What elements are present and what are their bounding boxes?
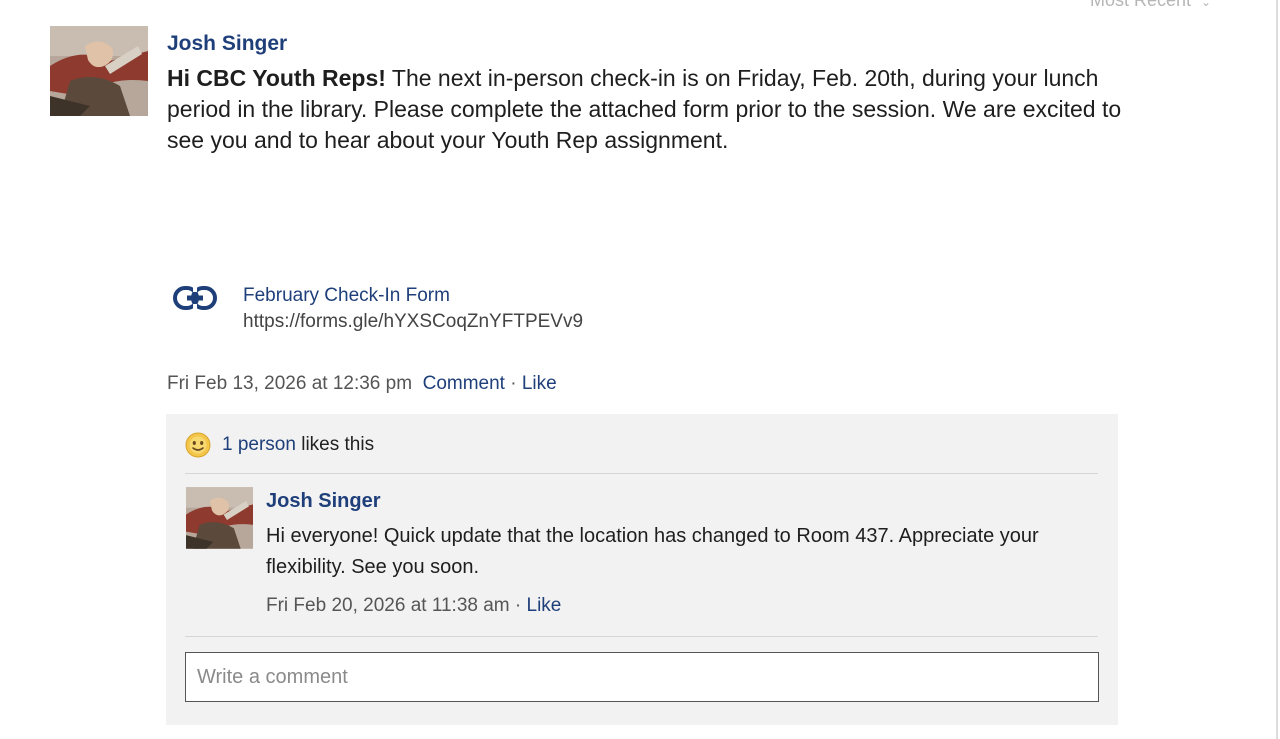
divider xyxy=(185,473,1098,474)
comment-author-name[interactable]: Josh Singer xyxy=(266,490,380,513)
scrollbar-track[interactable] xyxy=(1276,0,1278,739)
smiley-icon xyxy=(185,432,211,458)
comment-meta: Fri Feb 20, 2026 at 11:38 am · Like xyxy=(266,595,561,617)
post-author-avatar[interactable] xyxy=(50,26,148,116)
comment-author-avatar[interactable] xyxy=(186,487,253,549)
post-timestamp: Fri Feb 13, 2026 at 12:36 pm xyxy=(167,373,413,394)
chevron-down-icon: ⌄ xyxy=(1201,0,1212,9)
comment-text: Hi everyone! Quick update that the locat… xyxy=(266,525,1039,578)
post-body: Hi CBC Youth Reps! The next in-person ch… xyxy=(167,63,1127,156)
likes-summary: 1 person likes this xyxy=(185,432,374,458)
post-greeting: Hi CBC Youth Reps! xyxy=(167,65,386,91)
comment-like-link[interactable]: Like xyxy=(527,595,562,616)
attachment-title[interactable]: February Check-In Form xyxy=(243,285,450,307)
attachment-url[interactable]: https://forms.gle/hYXSCoqZnYFTPEVv9 xyxy=(243,311,583,333)
link-icon[interactable] xyxy=(173,286,217,310)
likes-count-link[interactable]: 1 person xyxy=(222,434,296,456)
likes-suffix: likes this xyxy=(295,434,375,455)
comment-link[interactable]: Comment xyxy=(423,373,505,394)
meta-separator: · xyxy=(510,373,517,394)
post-meta: Fri Feb 13, 2026 at 12:36 pm Comment · L… xyxy=(167,373,557,395)
comments-panel: 1 person likes this Josh Singer Hi every… xyxy=(166,414,1118,725)
feed-page: Most Recent ⌄ Josh Singer Hi CBC Youth Re… xyxy=(0,0,1280,739)
sort-label: Most Recent xyxy=(1090,0,1192,10)
comment-meta-separator: · xyxy=(514,595,522,616)
comment-input[interactable] xyxy=(185,652,1099,702)
comment-timestamp: Fri Feb 20, 2026 at 11:38 am xyxy=(266,595,510,616)
sort-dropdown[interactable]: Most Recent ⌄ xyxy=(1090,0,1211,11)
divider xyxy=(185,636,1098,637)
like-link[interactable]: Like xyxy=(522,373,557,394)
post-author-name[interactable]: Josh Singer xyxy=(167,32,287,56)
